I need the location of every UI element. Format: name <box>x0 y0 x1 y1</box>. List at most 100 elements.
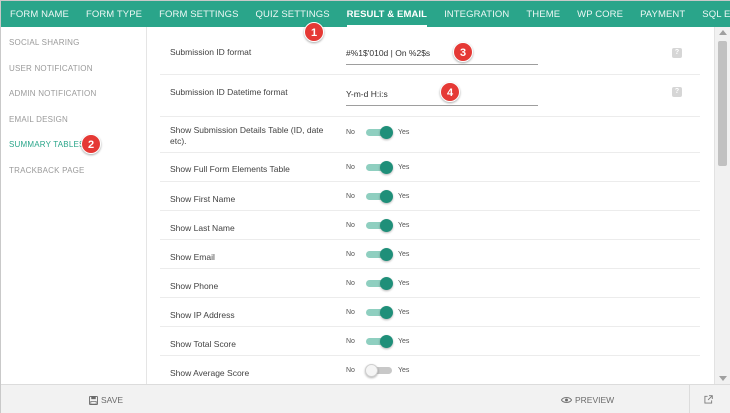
toggle-switch[interactable] <box>366 248 393 261</box>
toggle-row: Show Average Score No Yes <box>160 356 700 384</box>
toggle-label: Show Email <box>170 252 215 262</box>
help-icon[interactable]: ? <box>672 48 682 58</box>
toggle-label: Show Total Score <box>170 339 236 349</box>
scrollbar[interactable] <box>714 27 730 384</box>
toggle-switch[interactable] <box>366 190 393 203</box>
toggle-yes-label: Yes <box>398 192 410 200</box>
toggle-group: No Yes <box>346 190 410 203</box>
toggle-knob <box>365 364 378 377</box>
toggle-no-label: No <box>346 279 355 287</box>
toggle-knob <box>380 248 393 261</box>
toggle-row: Show Email No Yes <box>160 240 700 269</box>
open-external-button[interactable] <box>689 385 730 413</box>
toggle-group: No Yes <box>346 277 410 290</box>
annotation-badge: 3 <box>453 42 473 62</box>
toggle-no-label: No <box>346 221 355 229</box>
toggle-group: No Yes <box>346 335 410 348</box>
sidebar-item-user-notification[interactable]: USER NOTIFICATION <box>9 64 93 73</box>
eye-icon <box>561 397 572 403</box>
tab-result-email[interactable]: RESULT & EMAIL <box>346 1 428 27</box>
submission-id-label: Submission ID format <box>170 47 252 57</box>
toggle-group: No Yes <box>346 219 410 232</box>
toggle-label: Show Submission Details Table (ID, date … <box>170 125 324 146</box>
toggle-group: No Yes <box>346 364 410 377</box>
toggle-yes-label: Yes <box>398 337 410 345</box>
external-link-icon <box>704 395 713 404</box>
toggle-yes-label: Yes <box>398 128 410 136</box>
preview-button[interactable]: PREVIEW <box>561 395 614 405</box>
footer-bar: SAVE PREVIEW <box>1 384 730 413</box>
toggle-yes-label: Yes <box>398 163 410 171</box>
sidebar-item-admin-notification[interactable]: ADMIN NOTIFICATION <box>9 89 96 98</box>
toggle-yes-label: Yes <box>398 221 410 229</box>
save-icon <box>89 395 98 405</box>
toggle-knob <box>380 126 393 139</box>
toggle-no-label: No <box>346 192 355 200</box>
toggle-group: No Yes <box>346 306 410 319</box>
toggle-switch[interactable] <box>366 126 393 139</box>
toggle-group: No Yes <box>346 161 410 174</box>
toggle-row: Show Phone No Yes <box>160 269 700 298</box>
app-window: FORM NAME FORM TYPE FORM SETTINGS QUIZ S… <box>0 0 730 413</box>
scroll-up-icon[interactable] <box>719 30 727 35</box>
datetime-format-row: Submission ID Datetime format Y-m-d H:i:… <box>160 75 700 117</box>
toggle-group: No Yes <box>346 248 410 261</box>
save-label: SAVE <box>101 395 124 405</box>
tab-theme[interactable]: THEME <box>526 1 560 27</box>
save-button[interactable]: SAVE <box>89 395 123 405</box>
help-icon[interactable]: ? <box>672 87 682 97</box>
toggle-switch[interactable] <box>365 364 392 377</box>
toggle-no-label: No <box>346 128 355 136</box>
toggle-row: Show IP Address No Yes <box>160 298 700 327</box>
toggle-label: Show Last Name <box>170 223 235 233</box>
toggle-switch[interactable] <box>366 277 393 290</box>
toggle-switch[interactable] <box>366 306 393 319</box>
annotation-badge: 1 <box>304 22 324 42</box>
scrollbar-thumb[interactable] <box>718 41 727 166</box>
toggle-label: Show Full Form Elements Table <box>170 164 290 174</box>
annotation-badge: 4 <box>440 82 460 102</box>
tab-integration[interactable]: INTEGRATION <box>444 1 509 27</box>
toggle-row: Show Last Name No Yes <box>160 211 700 240</box>
top-nav: FORM NAME FORM TYPE FORM SETTINGS QUIZ S… <box>1 1 730 27</box>
sidebar-item-trackback-page[interactable]: TRACKBACK PAGE <box>9 166 85 175</box>
toggle-switch[interactable] <box>366 161 393 174</box>
toggle-label: Show First Name <box>170 194 236 204</box>
settings-panel: Submission ID format #%1$'010d | On %2$s… <box>148 27 714 384</box>
toggle-switch[interactable] <box>366 335 393 348</box>
tab-form-name[interactable]: FORM NAME <box>10 1 69 27</box>
toggle-group: No Yes <box>346 126 410 139</box>
sidebar-item-email-design[interactable]: EMAIL DESIGN <box>9 115 68 124</box>
toggle-yes-label: Yes <box>398 366 410 374</box>
tab-sql-export[interactable]: SQL EXPORT <box>702 1 730 27</box>
toggle-knob <box>380 277 393 290</box>
toggle-label: Show Phone <box>170 281 219 291</box>
toggle-yes-label: Yes <box>398 279 410 287</box>
toggle-yes-label: Yes <box>398 250 410 258</box>
toggle-switch[interactable] <box>366 219 393 232</box>
annotation-badge: 2 <box>81 134 101 154</box>
tab-form-type[interactable]: FORM TYPE <box>86 1 142 27</box>
sidebar: SOCIAL SHARING USER NOTIFICATION ADMIN N… <box>1 27 147 384</box>
toggle-no-label: No <box>346 163 355 171</box>
toggle-no-label: No <box>346 250 355 258</box>
tab-wp-core[interactable]: WP CORE <box>577 1 623 27</box>
toggle-knob <box>380 190 393 203</box>
toggle-no-label: No <box>346 308 355 316</box>
toggle-label: Show Average Score <box>170 368 250 378</box>
toggle-no-label: No <box>346 337 355 345</box>
tab-payment[interactable]: PAYMENT <box>640 1 685 27</box>
scroll-down-icon[interactable] <box>719 376 727 381</box>
toggle-knob <box>380 306 393 319</box>
toggle-knob <box>380 219 393 232</box>
submission-id-input[interactable]: #%1$'010d | On %2$s <box>346 48 538 65</box>
datetime-format-label: Submission ID Datetime format <box>170 87 288 97</box>
submission-id-row: Submission ID format #%1$'010d | On %2$s… <box>160 27 700 75</box>
toggle-knob <box>380 161 393 174</box>
toggle-no-label: No <box>346 366 355 374</box>
sidebar-item-summary-tables[interactable]: SUMMARY TABLES <box>9 140 85 149</box>
toggle-yes-label: Yes <box>398 308 410 316</box>
sidebar-item-social-sharing[interactable]: SOCIAL SHARING <box>9 38 80 47</box>
toggle-knob <box>380 335 393 348</box>
tab-form-settings[interactable]: FORM SETTINGS <box>159 1 238 27</box>
